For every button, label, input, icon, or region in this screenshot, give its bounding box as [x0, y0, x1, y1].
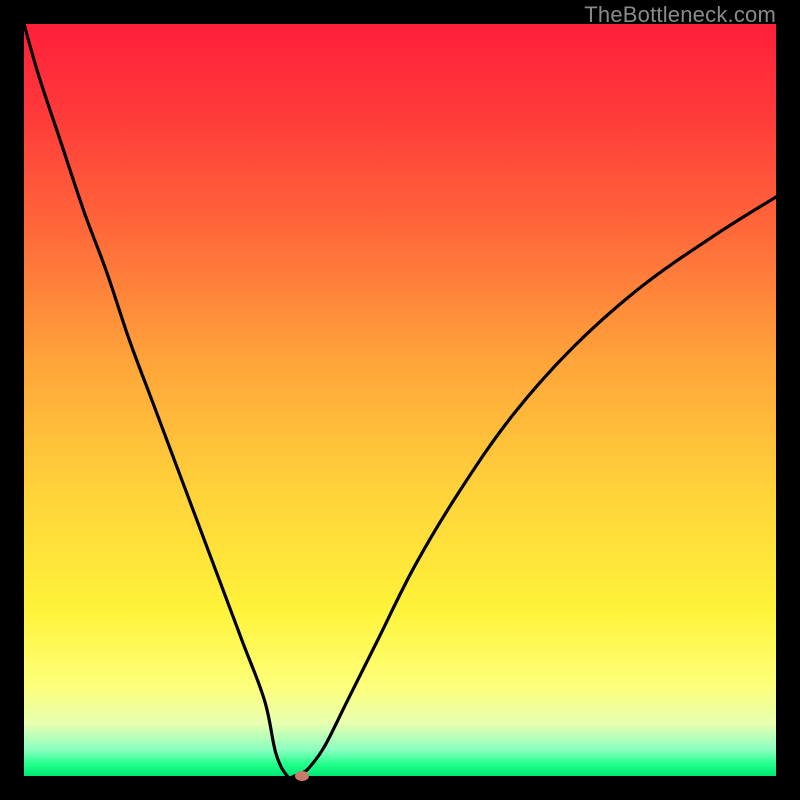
chart-frame: [24, 24, 776, 776]
watermark-text: TheBottleneck.com: [584, 2, 776, 28]
bottleneck-curve: [24, 24, 776, 776]
optimal-point-marker: [295, 771, 309, 781]
